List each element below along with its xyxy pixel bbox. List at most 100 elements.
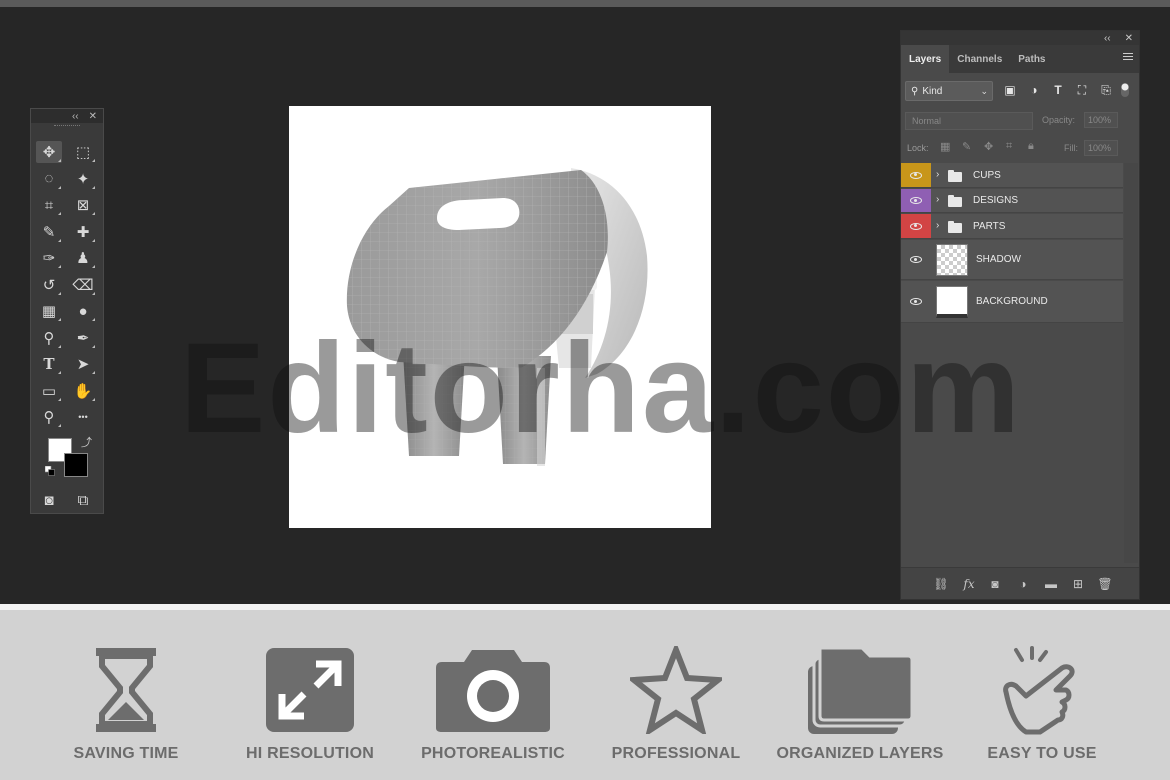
crop-tool[interactable]: ⌗ xyxy=(36,194,62,216)
visibility-toggle[interactable] xyxy=(901,163,931,187)
pen-tool[interactable]: ✒ xyxy=(70,327,96,349)
close-icon[interactable]: ✕ xyxy=(1125,33,1133,44)
new-layer-icon[interactable]: ⊞ xyxy=(1070,576,1086,592)
screen-mode-tool[interactable]: ⧉ xyxy=(70,489,96,511)
feature-label: HI RESOLUTION xyxy=(246,745,374,762)
close-icon[interactable]: ✕ xyxy=(89,111,97,122)
chevron-right-icon[interactable]: › xyxy=(936,220,939,231)
hourglass-icon xyxy=(96,648,156,732)
move-tool[interactable]: ✥ xyxy=(36,141,62,163)
brush-tool[interactable]: ✑ xyxy=(36,247,62,269)
filter-toggle[interactable] xyxy=(1121,83,1129,97)
eye-icon xyxy=(910,256,922,263)
adjustment-filter-icon[interactable]: ◑ xyxy=(1027,83,1041,97)
folder-icon xyxy=(948,220,962,233)
cup-carrier-mockup xyxy=(346,168,648,466)
stamp-icon: ♟ xyxy=(76,250,90,267)
layers-folder-icon xyxy=(808,646,914,734)
magic-wand-icon: ✦ xyxy=(76,170,90,188)
layers-panel: ‹‹ ✕ Layers Channels Paths ⚲ Kind ⌄ ▣ ◑ … xyxy=(900,30,1140,600)
swap-colors-icon[interactable]: ⤴ xyxy=(81,434,92,450)
layer-row-parts[interactable]: › PARTS xyxy=(901,214,1123,239)
tab-layers[interactable]: Layers xyxy=(901,45,950,73)
layer-name: PARTS xyxy=(973,220,1006,232)
type-tool[interactable]: T xyxy=(36,353,62,375)
frame-icon: ⊠ xyxy=(76,197,90,214)
trash-icon[interactable]: 🗑︎ xyxy=(1097,576,1113,592)
more-tools[interactable]: ••• xyxy=(70,406,96,428)
panel-grip[interactable] xyxy=(54,125,80,131)
double-chevron-left-icon[interactable]: ‹‹ xyxy=(72,111,79,122)
layers-scrollbar[interactable] xyxy=(1124,163,1138,563)
layer-name: SHADOW xyxy=(976,254,1021,265)
marquee-tool[interactable]: ⬚ xyxy=(70,141,96,163)
layer-row-designs[interactable]: › DESIGNS xyxy=(901,189,1123,213)
hand-tool[interactable]: ✋ xyxy=(70,380,96,402)
brush-icon: ✑ xyxy=(42,250,56,267)
tab-channels[interactable]: Channels xyxy=(949,45,1010,73)
visibility-toggle[interactable] xyxy=(901,189,931,212)
gradient-tool[interactable]: ▦ xyxy=(36,300,62,322)
dodge-tool[interactable]: ⚲ xyxy=(36,327,62,349)
fill-field[interactable]: 100% xyxy=(1084,140,1118,156)
chevron-right-icon[interactable]: › xyxy=(936,169,939,180)
feature-label: ORGANIZED LAYERS xyxy=(776,745,944,762)
blur-tool[interactable]: ● xyxy=(70,300,96,322)
image-filter-icon[interactable]: ▣ xyxy=(1003,83,1017,97)
rectangle-tool[interactable]: ▭ xyxy=(36,380,62,402)
smart-object-filter-icon[interactable]: ⎘ xyxy=(1099,83,1113,97)
path-selection-tool[interactable]: ➤ xyxy=(70,353,96,375)
lock-image-icon[interactable]: ✎ xyxy=(962,140,971,153)
lasso-tool[interactable]: ◌ xyxy=(36,168,62,190)
feature-label: PHOTOREALISTIC xyxy=(421,745,565,762)
visibility-toggle[interactable] xyxy=(901,281,931,322)
camera-icon xyxy=(436,650,550,732)
healing-brush-tool[interactable]: ✚ xyxy=(70,221,96,243)
fx-icon[interactable]: fx xyxy=(961,576,977,592)
filter-kind-label: Kind xyxy=(922,85,943,97)
document-canvas[interactable] xyxy=(289,106,711,528)
lock-artboard-icon[interactable]: ⌗ xyxy=(1006,140,1012,153)
lock-transparent-icon[interactable]: ▦ xyxy=(940,140,950,153)
tab-paths[interactable]: Paths xyxy=(1010,45,1053,73)
layer-row-background[interactable]: BACKGROUND xyxy=(901,281,1123,323)
tools-panel-header: ‹‹ ✕ xyxy=(31,109,103,123)
background-color-swatch[interactable] xyxy=(64,453,88,477)
stamp-tool[interactable]: ♟ xyxy=(70,247,96,269)
opacity-field[interactable]: 100% xyxy=(1084,112,1118,128)
eraser-icon: ⌫ xyxy=(72,276,94,294)
folder-icon[interactable]: ▬ xyxy=(1043,576,1059,592)
double-chevron-left-icon[interactable]: ‹‹ xyxy=(1104,33,1111,44)
visibility-toggle[interactable] xyxy=(901,214,931,238)
frame-tool[interactable]: ⊠ xyxy=(70,194,96,216)
shape-filter-icon[interactable]: ⛶ xyxy=(1075,83,1089,97)
adjustment-icon[interactable]: ◑ xyxy=(1015,576,1031,592)
zoom-icon: ⚲ xyxy=(43,409,55,426)
feature-strip: SAVING TIME HI RESOLUTION PHOTOREALISTIC… xyxy=(0,610,1170,780)
feature-easy-to-use: EASY TO USE xyxy=(952,610,1132,780)
history-brush-tool[interactable]: ↺ xyxy=(36,274,62,296)
eyedropper-tool[interactable]: ✎ xyxy=(36,221,62,243)
magic-wand-tool[interactable]: ✦ xyxy=(70,168,96,190)
zoom-tool[interactable]: ⚲ xyxy=(36,406,62,428)
chevron-right-icon[interactable]: › xyxy=(936,194,939,205)
layer-row-shadow[interactable]: SHADOW xyxy=(901,240,1123,280)
quick-mask-tool[interactable]: ◙ xyxy=(36,489,62,511)
default-colors-icon[interactable] xyxy=(45,466,55,476)
layer-row-cups[interactable]: › CUPS xyxy=(901,163,1123,188)
lock-position-icon[interactable]: ✥ xyxy=(984,140,993,153)
lock-all-icon[interactable]: 🔒︎ xyxy=(1028,140,1034,153)
visibility-toggle[interactable] xyxy=(901,240,931,279)
layer-name: CUPS xyxy=(973,169,1001,181)
link-icon[interactable]: ⛓ xyxy=(933,576,949,592)
pen-icon: ✒ xyxy=(76,329,90,347)
blend-mode-select[interactable]: Normal xyxy=(905,112,1033,130)
panel-menu-icon[interactable] xyxy=(1123,53,1133,63)
mask-icon[interactable]: ◙ xyxy=(987,576,1003,592)
feature-hi-resolution: HI RESOLUTION xyxy=(220,610,400,780)
eraser-tool[interactable]: ⌫ xyxy=(70,274,96,296)
filter-kind-select[interactable]: ⚲ Kind ⌄ xyxy=(905,81,993,101)
type-filter-icon[interactable]: T xyxy=(1051,83,1065,97)
eye-icon xyxy=(910,298,922,305)
marquee-icon: ⬚ xyxy=(75,144,91,161)
